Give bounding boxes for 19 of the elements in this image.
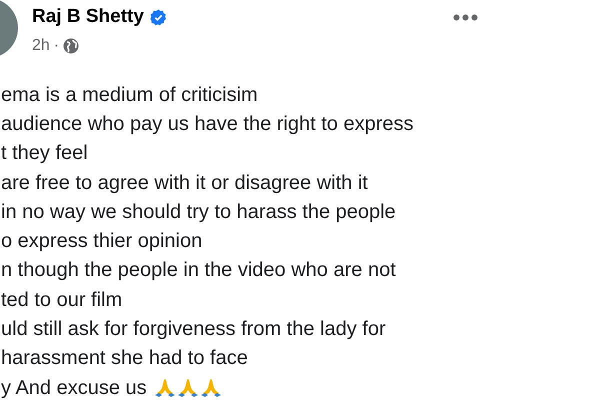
post-time[interactable]: 2h [32,34,50,58]
author-name[interactable]: Raj B Shetty [32,4,144,30]
post-text-line: harassment she had to face [1,346,248,372]
post-text-line: uld still ask for forgiveness from the lady for [1,317,386,342]
post-text-line: y And excuse us [1,376,147,401]
post-text-line: ted to our film [1,288,122,313]
post-text-line: audience who pay us have the right to express [1,112,414,137]
post-text-line: n though the people in the video who are not [1,258,396,284]
separator-dot: · [54,36,60,56]
post-text-line: t they feel [1,141,88,166]
globe-icon [63,38,80,54]
post-text-line: o express thier opinion [1,229,202,254]
praying-hands-icon [176,378,199,398]
post-text-line: in no way we should try to harass the people [1,200,396,225]
post-text-line: ema is a medium of criticisim [1,82,258,108]
more-options-icon[interactable] [453,14,478,21]
praying-hands-icon [200,378,222,398]
praying-hands-icon [154,378,176,398]
post-text-line: are free to agree with it or disagree with it [1,170,368,196]
